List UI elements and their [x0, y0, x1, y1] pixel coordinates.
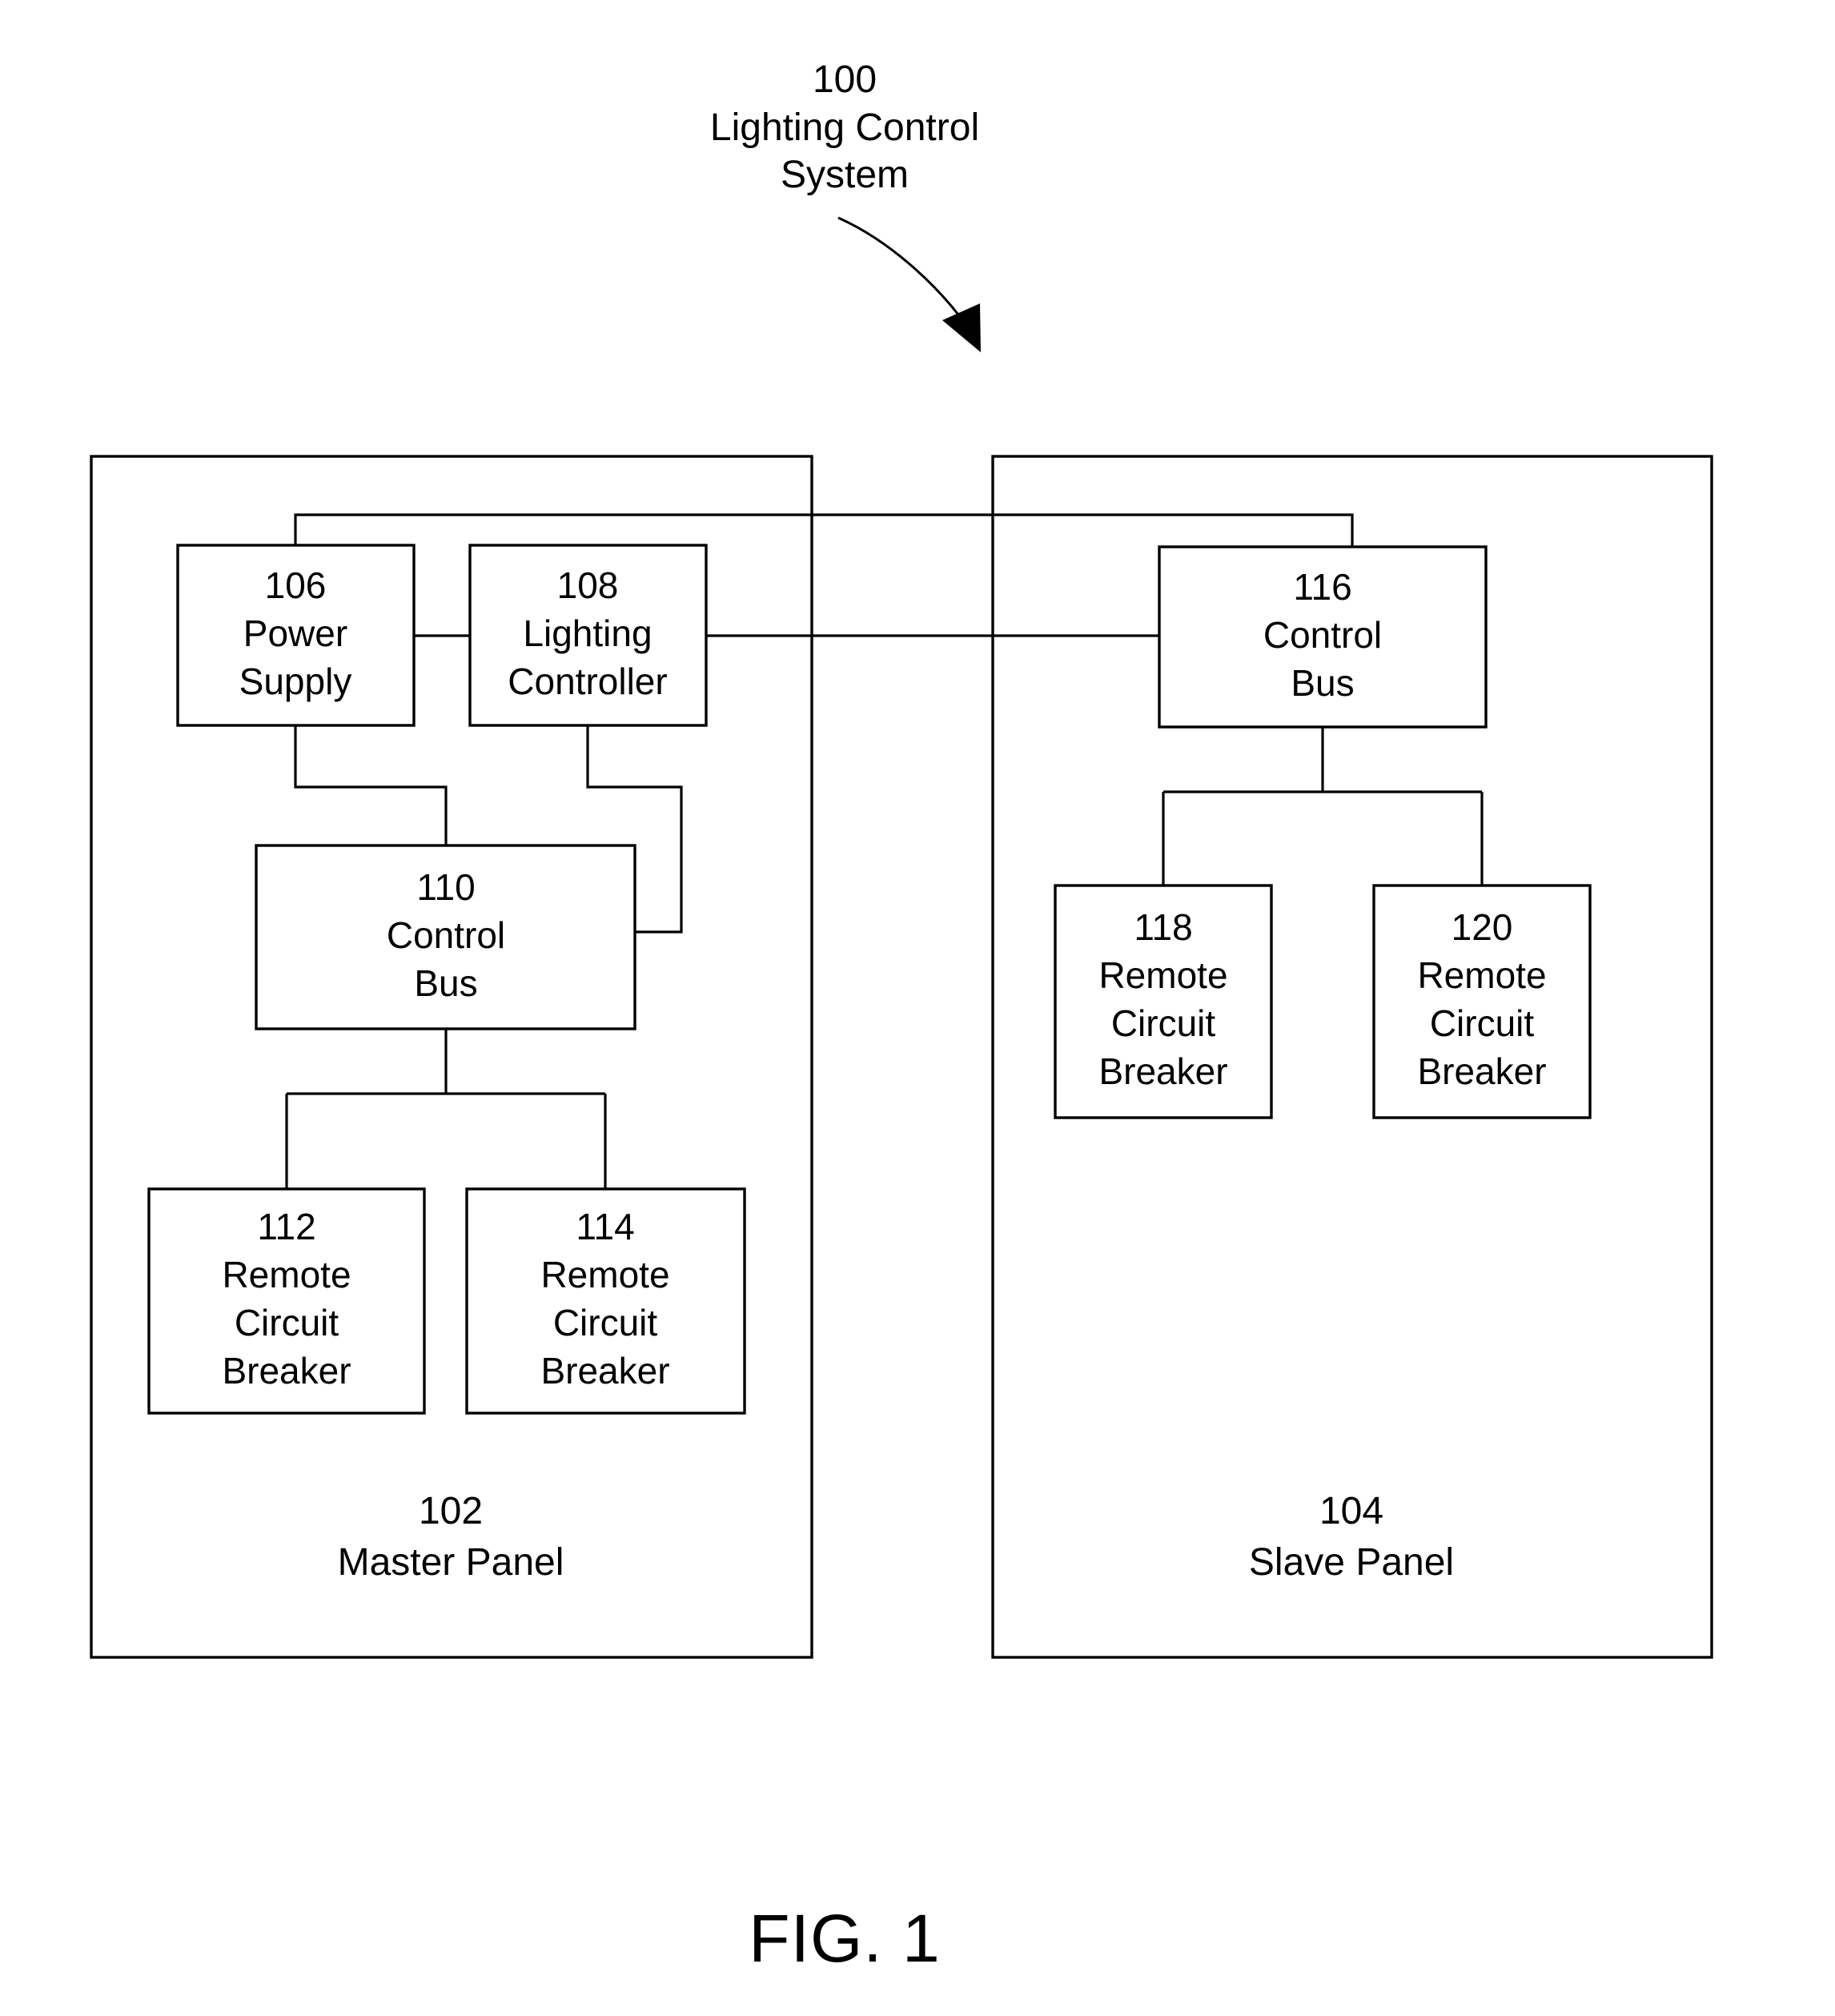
system-ref-number: 100 [813, 58, 877, 101]
lighting-controller-ref: 108 [557, 564, 619, 606]
remote-circuit-breaker-120-label-line1: Remote [1417, 954, 1546, 996]
lighting-control-system-diagram: 100 Lighting Control System 106 Power Su… [90, 58, 1713, 1976]
control-bus-slave-label-line2: Bus [1291, 662, 1354, 704]
block-remote-circuit-breaker-114[interactable]: 114 Remote Circuit Breaker [465, 1187, 746, 1415]
power-supply-ref: 106 [265, 564, 327, 606]
figure-title-callout: 100 Lighting Control System [710, 58, 981, 352]
block-remote-circuit-breaker-112[interactable]: 112 Remote Circuit Breaker [147, 1187, 426, 1415]
remote-circuit-breaker-120-ref: 120 [1452, 906, 1513, 948]
control-bus-master-label-line2: Bus [414, 962, 477, 1004]
remote-circuit-breaker-118-label-line3: Breaker [1098, 1050, 1227, 1092]
remote-circuit-breaker-114-ref: 114 [576, 1206, 634, 1247]
remote-circuit-breaker-120-label-line2: Circuit [1430, 1002, 1535, 1044]
block-lighting-controller[interactable]: 108 Lighting Controller [468, 544, 708, 727]
remote-circuit-breaker-112-ref: 112 [257, 1206, 315, 1247]
block-control-bus-master[interactable]: 110 Control Bus [255, 844, 636, 1030]
block-control-bus-slave[interactable]: 116 Control Bus [1158, 545, 1488, 729]
callout-arrowhead-icon [942, 303, 981, 352]
remote-circuit-breaker-114-label-line3: Breaker [540, 1350, 669, 1392]
power-supply-label-line1: Power [243, 612, 347, 654]
system-title-line2: System [781, 154, 909, 196]
control-bus-slave-label-line1: Control [1263, 614, 1382, 656]
control-bus-master-ref: 110 [416, 866, 475, 908]
master-panel-ref: 102 [419, 1490, 483, 1532]
slave-panel-ref: 104 [1319, 1490, 1383, 1532]
callout-leader-curve [837, 216, 967, 325]
lighting-controller-label-line1: Lighting [523, 612, 652, 654]
block-remote-circuit-breaker-118[interactable]: 118 Remote Circuit Breaker [1054, 884, 1273, 1119]
master-panel-label: Master Panel [338, 1541, 564, 1584]
remote-circuit-breaker-114-label-line2: Circuit [553, 1302, 658, 1343]
figure-root: 100 Lighting Control System 106 Power Su… [0, 0, 1835, 2016]
lighting-controller-label-line2: Controller [508, 661, 667, 702]
control-bus-slave-ref: 116 [1293, 566, 1351, 608]
block-remote-circuit-breaker-120[interactable]: 120 Remote Circuit Breaker [1372, 884, 1592, 1119]
remote-circuit-breaker-118-label-line1: Remote [1098, 954, 1227, 996]
power-supply-label-line2: Supply [239, 661, 352, 702]
remote-circuit-breaker-118-ref: 118 [1134, 906, 1192, 948]
block-power-supply[interactable]: 106 Power Supply [176, 544, 416, 727]
system-title-line1: Lighting Control [710, 106, 979, 149]
control-bus-master-label-line1: Control [387, 914, 505, 956]
remote-circuit-breaker-114-label-line1: Remote [540, 1254, 669, 1295]
remote-circuit-breaker-120-label-line3: Breaker [1417, 1050, 1546, 1092]
remote-circuit-breaker-118-label-line2: Circuit [1111, 1002, 1216, 1044]
remote-circuit-breaker-112-label-line1: Remote [222, 1254, 351, 1295]
slave-panel-label: Slave Panel [1249, 1541, 1454, 1584]
remote-circuit-breaker-112-label-line3: Breaker [222, 1350, 351, 1392]
remote-circuit-breaker-112-label-line2: Circuit [235, 1302, 339, 1343]
figure-caption: FIG. 1 [749, 1901, 940, 1976]
